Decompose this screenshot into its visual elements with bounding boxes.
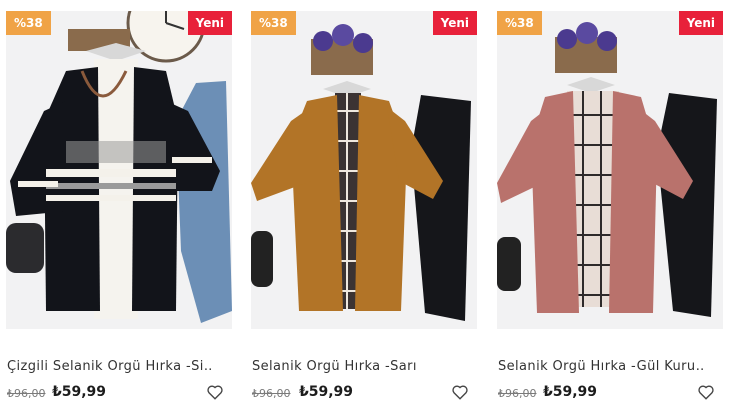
- current-price: ₺59,99: [52, 384, 107, 400]
- new-badge: Yeni: [678, 11, 723, 35]
- current-price: ₺59,99: [543, 384, 598, 400]
- discount-badge: %38: [6, 11, 51, 35]
- old-price: ₺96,00: [252, 387, 291, 400]
- heart-icon[interactable]: [451, 383, 469, 401]
- product-image[interactable]: %38 Yeni: [497, 11, 723, 329]
- product-card[interactable]: %38 Yeni Çizgili Selanik Örgü Hırka -Si……: [6, 11, 232, 411]
- heart-icon[interactable]: [697, 383, 715, 401]
- new-badge: Yeni: [432, 11, 477, 35]
- discount-badge: %38: [251, 11, 296, 35]
- heart-icon[interactable]: [206, 383, 224, 401]
- current-price: ₺59,99: [299, 384, 354, 400]
- product-image[interactable]: %38 Yeni: [251, 11, 477, 329]
- product-title[interactable]: Çizgili Selanik Örgü Hırka -Si…: [7, 359, 212, 374]
- product-image[interactable]: %38 Yeni: [6, 11, 232, 329]
- product-title[interactable]: Selanik Örgü Hırka -Sarı: [252, 359, 457, 374]
- product-card[interactable]: %38 Yeni Selanik Örgü Hırka -Sarı ₺96,00…: [251, 11, 477, 411]
- discount-badge: %38: [497, 11, 542, 35]
- old-price: ₺96,00: [498, 387, 537, 400]
- new-badge: Yeni: [187, 11, 232, 35]
- product-card[interactable]: %38 Yeni Selanik Örgü Hırka -Gül Kuru… ₺…: [497, 11, 723, 411]
- old-price: ₺96,00: [7, 387, 46, 400]
- product-title[interactable]: Selanik Örgü Hırka -Gül Kuru…: [498, 359, 703, 374]
